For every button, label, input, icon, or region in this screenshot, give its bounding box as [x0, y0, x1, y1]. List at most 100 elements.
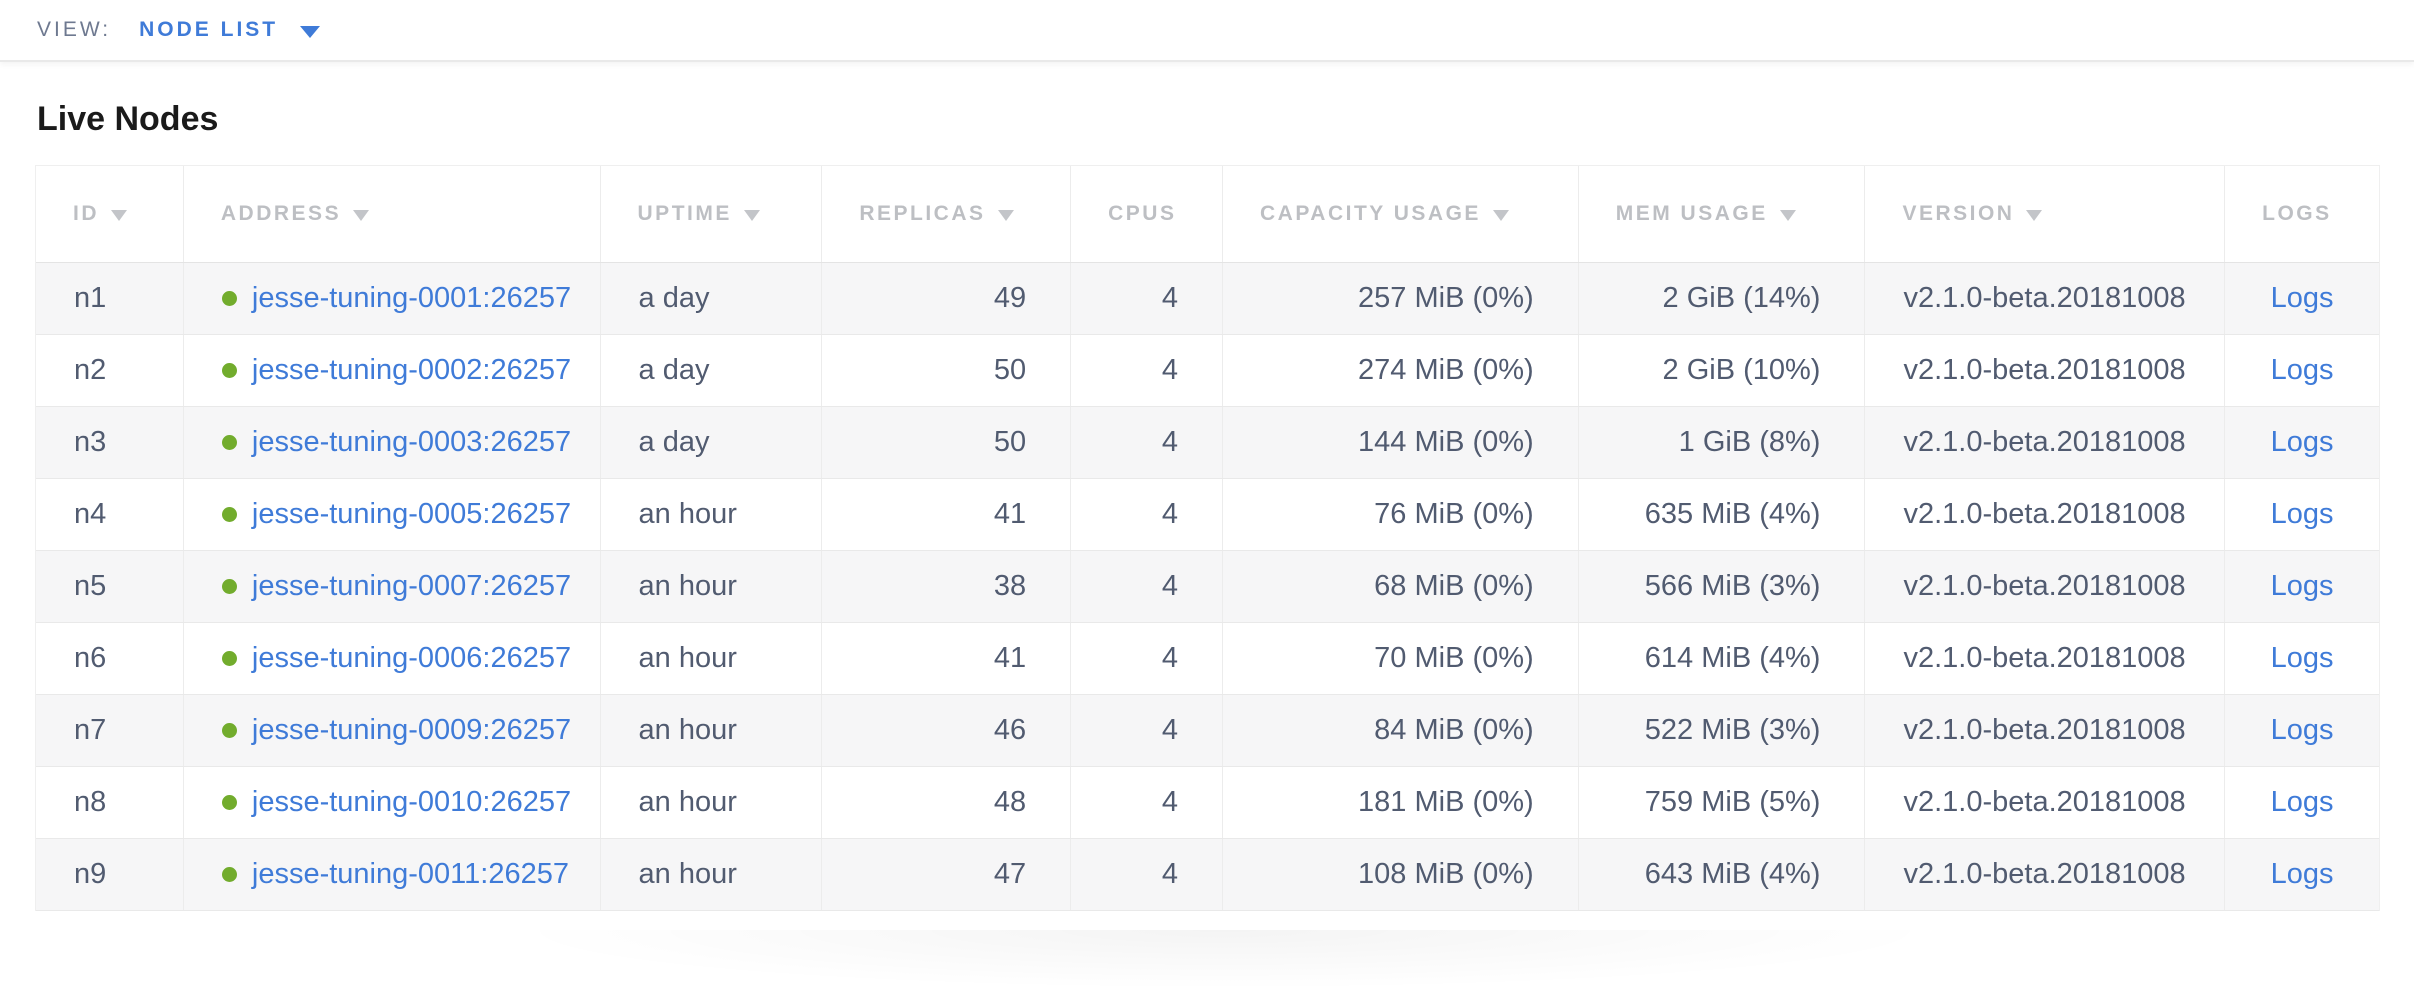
- view-selector-dropdown[interactable]: NODE LIST: [139, 18, 320, 42]
- node-address-link[interactable]: jesse-tuning-0001:26257: [252, 282, 571, 315]
- column-header-version[interactable]: VERSION: [1865, 166, 2225, 262]
- version-cell: v2.1.0-beta.20181008: [1865, 623, 2225, 694]
- cpus-cell: 4: [1071, 263, 1223, 334]
- view-selector-value: NODE LIST: [139, 18, 278, 42]
- replicas-cell: 46: [822, 695, 1071, 766]
- logs-link[interactable]: Logs: [2271, 282, 2334, 315]
- node-address-link[interactable]: jesse-tuning-0005:26257: [252, 498, 571, 531]
- version-cell: v2.1.0-beta.20181008: [1865, 551, 2225, 622]
- node-address-link[interactable]: jesse-tuning-0011:26257: [252, 858, 569, 891]
- node-status-dot-icon: [222, 579, 237, 594]
- node-address-cell: jesse-tuning-0005:26257: [184, 479, 601, 550]
- column-header-capacity-usage[interactable]: CAPACITY USAGE: [1223, 166, 1579, 262]
- sort-down-icon: [1780, 210, 1796, 221]
- sort-down-icon: [1493, 210, 1509, 221]
- logs-link[interactable]: Logs: [2271, 786, 2334, 819]
- replicas-cell: 41: [822, 623, 1071, 694]
- table-row: n3 jesse-tuning-0003:26257 a day 50 4 14…: [36, 407, 2379, 479]
- logs-link[interactable]: Logs: [2271, 426, 2334, 459]
- node-address-link[interactable]: jesse-tuning-0009:26257: [252, 714, 571, 747]
- table-row: n4 jesse-tuning-0005:26257 an hour 41 4 …: [36, 479, 2379, 551]
- version-cell: v2.1.0-beta.20181008: [1865, 479, 2225, 550]
- logs-link[interactable]: Logs: [2271, 642, 2334, 675]
- uptime-cell: a day: [601, 263, 823, 334]
- column-header-uptime[interactable]: UPTIME: [601, 166, 823, 262]
- mem-usage-cell: 2 GiB (14%): [1579, 263, 1866, 334]
- mem-usage-cell: 566 MiB (3%): [1579, 551, 1866, 622]
- live-nodes-table: ID ADDRESS UPTIME REPLICAS CPUS CAPACITY…: [35, 165, 2380, 911]
- capacity-usage-cell: 68 MiB (0%): [1223, 551, 1579, 622]
- logs-link[interactable]: Logs: [2271, 354, 2334, 387]
- logs-cell: Logs: [2225, 551, 2379, 622]
- node-id-cell: n5: [36, 551, 184, 622]
- uptime-cell: a day: [601, 335, 823, 406]
- logs-link[interactable]: Logs: [2271, 858, 2334, 891]
- node-address-cell: jesse-tuning-0001:26257: [184, 263, 601, 334]
- node-address-link[interactable]: jesse-tuning-0006:26257: [252, 642, 571, 675]
- table-row: n1 jesse-tuning-0001:26257 a day 49 4 25…: [36, 263, 2379, 335]
- version-cell: v2.1.0-beta.20181008: [1865, 335, 2225, 406]
- mem-usage-cell: 643 MiB (4%): [1579, 839, 1866, 910]
- node-address-cell: jesse-tuning-0011:26257: [184, 839, 601, 910]
- capacity-usage-cell: 76 MiB (0%): [1223, 479, 1579, 550]
- node-status-dot-icon: [222, 363, 237, 378]
- version-cell: v2.1.0-beta.20181008: [1865, 407, 2225, 478]
- sort-down-icon: [744, 210, 760, 221]
- node-id-cell: n7: [36, 695, 184, 766]
- cpus-cell: 4: [1071, 551, 1223, 622]
- sort-down-icon: [998, 210, 1014, 221]
- column-header-id[interactable]: ID: [36, 166, 184, 262]
- logs-link[interactable]: Logs: [2271, 570, 2334, 603]
- uptime-cell: an hour: [601, 767, 823, 838]
- logs-cell: Logs: [2225, 839, 2379, 910]
- table-row: n7 jesse-tuning-0009:26257 an hour 46 4 …: [36, 695, 2379, 767]
- sort-down-icon: [2026, 210, 2042, 221]
- uptime-cell: an hour: [601, 551, 823, 622]
- cpus-cell: 4: [1071, 839, 1223, 910]
- node-address-cell: jesse-tuning-0010:26257: [184, 767, 601, 838]
- column-header-address[interactable]: ADDRESS: [184, 166, 601, 262]
- sort-down-icon: [111, 210, 127, 221]
- sort-down-icon: [353, 210, 369, 221]
- replicas-cell: 38: [822, 551, 1071, 622]
- node-address-link[interactable]: jesse-tuning-0010:26257: [252, 786, 571, 819]
- mem-usage-cell: 522 MiB (3%): [1579, 695, 1866, 766]
- uptime-cell: an hour: [601, 695, 823, 766]
- node-address-link[interactable]: jesse-tuning-0003:26257: [252, 426, 571, 459]
- node-address-cell: jesse-tuning-0002:26257: [184, 335, 601, 406]
- node-address-cell: jesse-tuning-0009:26257: [184, 695, 601, 766]
- mem-usage-cell: 759 MiB (5%): [1579, 767, 1866, 838]
- table-row: n5 jesse-tuning-0007:26257 an hour 38 4 …: [36, 551, 2379, 623]
- logs-cell: Logs: [2225, 479, 2379, 550]
- node-status-dot-icon: [222, 795, 237, 810]
- uptime-cell: an hour: [601, 479, 823, 550]
- replicas-cell: 41: [822, 479, 1071, 550]
- column-header-mem-usage[interactable]: MEM USAGE: [1579, 166, 1866, 262]
- logs-cell: Logs: [2225, 623, 2379, 694]
- node-status-dot-icon: [222, 867, 237, 882]
- node-address-link[interactable]: jesse-tuning-0002:26257: [252, 354, 571, 387]
- capacity-usage-cell: 84 MiB (0%): [1223, 695, 1579, 766]
- node-address-link[interactable]: jesse-tuning-0007:26257: [252, 570, 571, 603]
- column-header-replicas[interactable]: REPLICAS: [822, 166, 1071, 262]
- mem-usage-cell: 635 MiB (4%): [1579, 479, 1866, 550]
- uptime-cell: an hour: [601, 623, 823, 694]
- uptime-cell: a day: [601, 407, 823, 478]
- cpus-cell: 4: [1071, 767, 1223, 838]
- table-row: n2 jesse-tuning-0002:26257 a day 50 4 27…: [36, 335, 2379, 407]
- logs-link[interactable]: Logs: [2271, 498, 2334, 531]
- mem-usage-cell: 614 MiB (4%): [1579, 623, 1866, 694]
- capacity-usage-cell: 70 MiB (0%): [1223, 623, 1579, 694]
- capacity-usage-cell: 144 MiB (0%): [1223, 407, 1579, 478]
- node-id-cell: n1: [36, 263, 184, 334]
- logs-link[interactable]: Logs: [2271, 714, 2334, 747]
- node-id-cell: n8: [36, 767, 184, 838]
- node-id-cell: n6: [36, 623, 184, 694]
- capacity-usage-cell: 274 MiB (0%): [1223, 335, 1579, 406]
- node-status-dot-icon: [222, 651, 237, 666]
- version-cell: v2.1.0-beta.20181008: [1865, 695, 2225, 766]
- cpus-cell: 4: [1071, 695, 1223, 766]
- view-bar: VIEW: NODE LIST: [0, 0, 2414, 62]
- node-address-cell: jesse-tuning-0006:26257: [184, 623, 601, 694]
- uptime-cell: an hour: [601, 839, 823, 910]
